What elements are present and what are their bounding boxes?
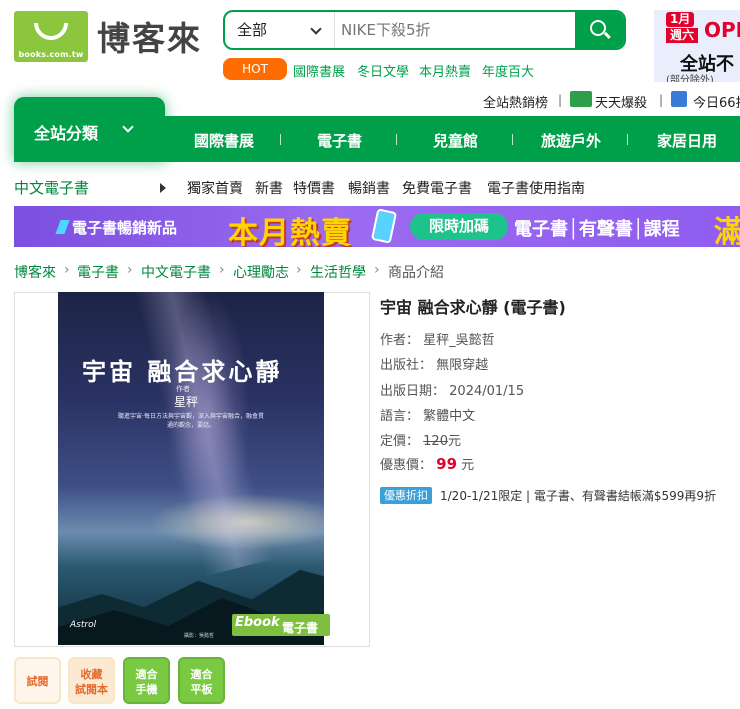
all-categories-button[interactable]: 全站分類	[14, 97, 165, 162]
discount-text[interactable]: 1/20-1/21限定 | 電子書、有聲書結帳滿$599再9折	[440, 487, 716, 504]
ebook-tag: Ebook 電子書	[232, 614, 330, 636]
subnav-link[interactable]: 獨家首賣	[187, 178, 243, 198]
publish-date-row: 出版日期： 2024/01/15	[380, 384, 525, 399]
subnav-link[interactable]: 電子書使用指南	[487, 178, 585, 198]
breadcrumb-item[interactable]: 生活哲學	[310, 262, 366, 282]
nav-item-travel[interactable]: 旅遊戶外	[541, 130, 601, 151]
cover-author: 星秤	[174, 395, 199, 409]
promo-note: (部分除外)	[666, 75, 714, 82]
nav-item-book-fair[interactable]: 國際書展	[194, 130, 254, 151]
book-cover-image[interactable]: 宇宙 融合求心靜 作者 星秤 聽進宇宙·每日方法與宇宙觀，深入與宇宙融合，融會貫…	[58, 292, 324, 645]
language: 繁體中文	[423, 409, 476, 424]
site-logo[interactable]: books.com.tw	[14, 11, 88, 62]
author-row: 作者： 星秤_吳懿哲	[380, 333, 495, 348]
tablet-compatible-badge: 適合 平板	[178, 657, 225, 704]
promo-brand: OPE	[704, 18, 740, 42]
publisher-row: 出版社： 無限穿越	[380, 358, 489, 373]
hot-link[interactable]: 冬日文學	[357, 61, 409, 80]
promo-day: 週六	[666, 28, 699, 43]
search-category-select[interactable]: 全部	[225, 12, 335, 48]
cover-credit: 攝影：吳懿哲	[184, 633, 215, 639]
subnav-link[interactable]: 新書	[255, 178, 283, 198]
sale-price: 99	[436, 455, 458, 473]
ebook-label-cn: 電子書	[282, 621, 319, 635]
language-row: 語言： 繁體中文	[380, 409, 476, 424]
book-icon	[671, 91, 687, 107]
banner-tail: 滿	[714, 215, 740, 247]
discount-badge: 優惠折扣	[380, 487, 432, 504]
hot-link[interactable]: 年度百大	[482, 61, 534, 80]
logo-text[interactable]: 博客來	[97, 12, 202, 60]
chevron-right-icon: ›	[64, 262, 70, 278]
chevron-down-icon	[122, 121, 134, 133]
search-bar: 全部	[223, 10, 626, 50]
publish-date: 2024/01/15	[449, 384, 525, 399]
search-input[interactable]	[337, 12, 575, 48]
chevron-right-icon: ›	[374, 262, 380, 278]
author-link[interactable]: 星秤_吳懿哲	[423, 333, 495, 348]
breadcrumb-item[interactable]: 電子書	[77, 262, 119, 282]
phone-icon	[370, 208, 398, 244]
sale-price-row: 優惠價： 99 元	[380, 455, 475, 473]
breadcrumb-current: 商品介紹	[388, 265, 444, 281]
subnav-category[interactable]: 中文電子書	[14, 177, 89, 198]
hot-link[interactable]: 國際書展	[293, 61, 345, 80]
nav-item-home[interactable]: 家居日用	[657, 130, 717, 151]
promo-strip[interactable]: 電子書暢銷新品 本月熱賣 限時加碼 電子書│有聲書│課程 滿	[14, 206, 740, 247]
cover-title: 宇宙 融合求心靜	[82, 357, 283, 386]
banner-headline: 本月熱賣	[228, 216, 352, 247]
logo-domain: books.com.tw	[18, 50, 84, 59]
promo-banner[interactable]: 1月 週六 OPE 全站不 (部分除外)	[654, 10, 740, 82]
chevron-down-icon	[310, 23, 322, 35]
all-categories-label: 全站分類	[34, 124, 99, 143]
phone-compatible-badge: 適合 手機	[123, 657, 170, 704]
breadcrumb-item[interactable]: 中文電子書	[141, 262, 211, 282]
chevron-right-icon: ›	[219, 262, 225, 278]
breadcrumb-item[interactable]: 博客來	[14, 262, 56, 282]
subnav-link[interactable]: 免費電子書	[402, 178, 472, 198]
promo-month: 1月	[666, 12, 695, 27]
subnav-link[interactable]: 暢銷書	[348, 178, 390, 198]
quick-link-discount[interactable]: 今日66折	[693, 92, 740, 111]
caret-right-icon	[160, 183, 166, 193]
chevron-right-icon: ›	[296, 262, 302, 278]
logo-smile-icon	[34, 23, 68, 40]
hot-badge: HOT	[223, 58, 287, 80]
breadcrumb-item[interactable]: 心理勵志	[233, 262, 289, 282]
cover-blurb: 聽進宇宙·每日方法與宇宙觀，深入與宇宙融合，融會貫通的觀念，要話。	[118, 413, 264, 429]
product-title: 宇宙 融合求心靜 (電子書)	[380, 298, 566, 317]
publisher-link[interactable]: 無限穿越	[436, 358, 488, 373]
subnav-link[interactable]: 特價書	[293, 178, 335, 198]
banner-left-text: 電子書暢銷新品	[72, 219, 178, 237]
banner-pill: 限時加碼	[410, 213, 508, 240]
banner-right-text: 電子書│有聲書│課程	[514, 219, 680, 240]
quick-link-bestseller[interactable]: 全站熱銷榜	[483, 92, 548, 111]
nav-item-kids[interactable]: 兒童館	[433, 130, 478, 151]
preview-button[interactable]: 試閱	[14, 657, 61, 704]
search-category-label: 全部	[237, 21, 268, 39]
search-button[interactable]	[575, 12, 624, 48]
quick-link-daily-deal[interactable]: 天天爆殺	[595, 92, 647, 111]
cover-signature: Astrol	[70, 620, 97, 630]
deal-icon	[570, 91, 592, 107]
list-price: 120	[423, 434, 448, 449]
banner-mark-icon	[55, 220, 70, 234]
list-price-row: 定價： 120元	[380, 434, 461, 449]
save-preview-button[interactable]: 收藏 試閱本	[68, 657, 115, 704]
hot-link[interactable]: 本月熱賣	[419, 61, 471, 80]
ebook-label: Ebook	[235, 615, 280, 630]
nav-item-ebooks[interactable]: 電子書	[317, 130, 362, 151]
chevron-right-icon: ›	[127, 262, 133, 278]
